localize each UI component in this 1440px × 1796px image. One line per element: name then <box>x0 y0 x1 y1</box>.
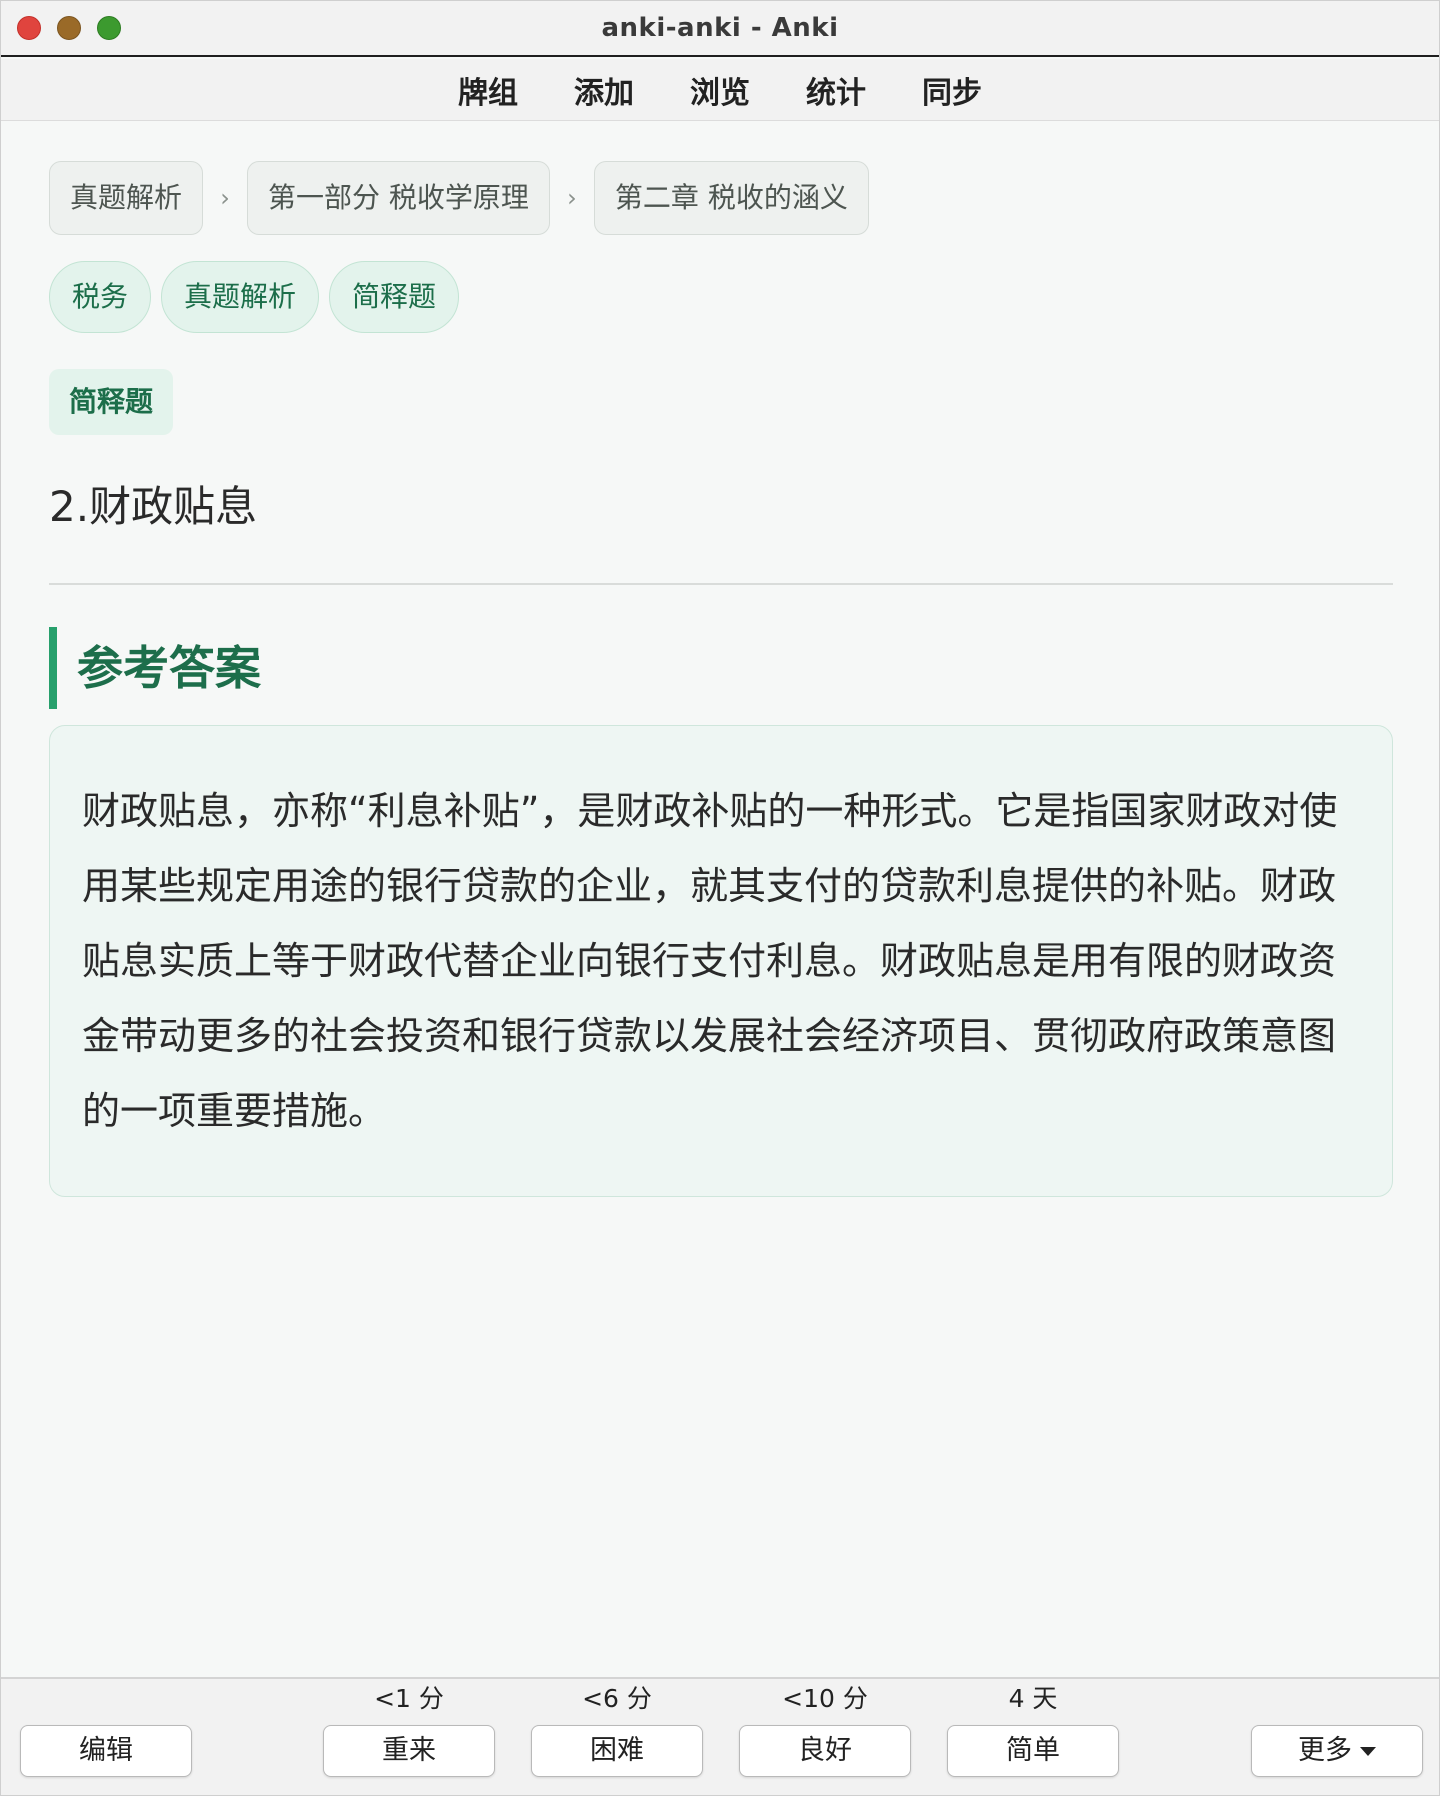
tag-badge: 简释题 <box>329 261 460 333</box>
ease-again-interval: <1 分 <box>374 1684 444 1713</box>
tag-list: 税务 真题解析 简释题 <box>49 261 1393 333</box>
edit-button[interactable]: 编辑 <box>20 1725 192 1777</box>
breadcrumb-item: 真题解析 <box>49 161 204 235</box>
ease-again: <1 分 重来 <box>323 1679 495 1777</box>
anki-window: anki-anki - Anki 牌组 添加 浏览 统计 同步 真题解析 › 第… <box>0 0 1440 1796</box>
more-button-label: 更多 <box>1298 1735 1352 1766</box>
toolbar-stats[interactable]: 统计 <box>778 68 894 112</box>
question-text: 2.财政贴息 <box>49 482 258 531</box>
again-button[interactable]: 重来 <box>323 1725 495 1777</box>
ease-easy-interval: 4 天 <box>1008 1684 1058 1713</box>
ease-hard: <6 分 困难 <box>531 1679 703 1777</box>
tag-badge: 税务 <box>49 261 152 333</box>
easy-button[interactable]: 简单 <box>947 1725 1119 1777</box>
caret-down-icon <box>1360 1747 1376 1756</box>
breadcrumb-item: 第一部分 税收学原理 <box>247 161 550 235</box>
title-bar: anki-anki - Anki <box>1 1 1439 57</box>
tag-badge: 真题解析 <box>161 261 320 333</box>
breadcrumb: 真题解析 › 第一部分 税收学原理 › 第二章 税收的涵义 <box>49 161 1393 235</box>
ease-good: <10 分 良好 <box>739 1679 911 1777</box>
toolbar-sync[interactable]: 同步 <box>894 68 1010 112</box>
ease-good-interval: <10 分 <box>782 1684 868 1713</box>
answer-text: 财政贴息，亦称“利息补贴”，是财政补贴的一种形式。它是指国家财政对使用某些规定用… <box>82 789 1338 1133</box>
ease-hard-interval: <6 分 <box>582 1684 652 1713</box>
breadcrumb-separator-icon: › <box>567 184 577 212</box>
answer-divider <box>49 583 1393 585</box>
toolbar-decks[interactable]: 牌组 <box>430 68 546 112</box>
toolbar-add[interactable]: 添加 <box>546 68 662 112</box>
main-toolbar: 牌组 添加 浏览 统计 同步 <box>1 59 1439 121</box>
answer-box: 财政贴息，亦称“利息补贴”，是财政补贴的一种形式。它是指国家财政对使用某些规定用… <box>49 725 1393 1197</box>
question-type-badge: 简释题 <box>49 369 174 435</box>
card-content: 真题解析 › 第一部分 税收学原理 › 第二章 税收的涵义 税务 真题解析 简释… <box>49 161 1393 1197</box>
good-button[interactable]: 良好 <box>739 1725 911 1777</box>
hard-button[interactable]: 困难 <box>531 1725 703 1777</box>
breadcrumb-separator-icon: › <box>220 184 230 212</box>
breadcrumb-item: 第二章 税收的涵义 <box>593 161 869 235</box>
answer-heading: 参考答案 <box>49 627 1393 709</box>
window-title: anki-anki - Anki <box>601 13 839 43</box>
more-button[interactable]: 更多 <box>1251 1725 1423 1777</box>
toolbar-browse[interactable]: 浏览 <box>662 68 778 112</box>
ease-easy: 4 天 简单 <box>947 1679 1119 1777</box>
review-bottom-bar: 编辑 <1 分 重来 <6 分 困难 <10 分 良好 4 天 简单 更多 <box>1 1677 1439 1795</box>
